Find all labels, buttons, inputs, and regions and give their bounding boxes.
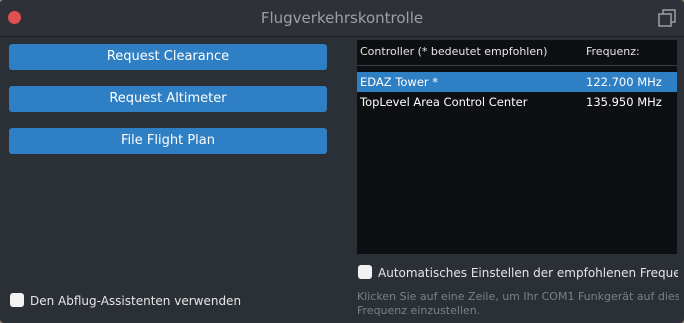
- controller-list[interactable]: Controller (* bedeutet empfohlen) Freque…: [357, 40, 677, 254]
- request-clearance-button[interactable]: Request Clearance: [9, 44, 327, 70]
- popout-window-icon[interactable]: [658, 9, 676, 27]
- departure-assistant-checkbox[interactable]: [10, 293, 24, 307]
- controller-name: EDAZ Tower *: [360, 75, 439, 89]
- column-header-frequency[interactable]: Frequenz:: [586, 45, 640, 58]
- column-header-controller[interactable]: Controller (* bedeutet empfohlen): [360, 45, 547, 58]
- hint-line-2: Frequenz einzustellen.: [357, 304, 481, 317]
- departure-assistant-label[interactable]: Den Abflug-Assistenten verwenden: [30, 294, 241, 308]
- controller-row[interactable]: TopLevel Area Control Center 135.950 MHz: [357, 92, 677, 112]
- auto-tune-label[interactable]: Automatisches Einstellen der empfohlenen…: [378, 266, 678, 280]
- controller-frequency: 122.700 MHz: [586, 75, 662, 89]
- controller-frequency: 135.950 MHz: [586, 95, 662, 109]
- file-flight-plan-button[interactable]: File Flight Plan: [9, 128, 327, 154]
- title-bar[interactable]: Flugverkehrskontrolle: [0, 0, 684, 37]
- hint-line-1: Klicken Sie auf eine Zeile, um Ihr COM1 …: [357, 290, 679, 303]
- request-altimeter-button[interactable]: Request Altimeter: [9, 86, 327, 112]
- atc-window: Flugverkehrskontrolle Request Clearance …: [0, 0, 684, 323]
- controller-name: TopLevel Area Control Center: [360, 95, 528, 109]
- controller-row[interactable]: EDAZ Tower * 122.700 MHz: [357, 72, 677, 92]
- hint-text: Klicken Sie auf eine Zeile, um Ihr COM1 …: [357, 290, 679, 318]
- controller-list-header: Controller (* bedeutet empfohlen) Freque…: [357, 40, 677, 66]
- window-title: Flugverkehrskontrolle: [260, 9, 424, 27]
- auto-tune-checkbox[interactable]: [358, 265, 372, 279]
- header-divider: [357, 65, 677, 66]
